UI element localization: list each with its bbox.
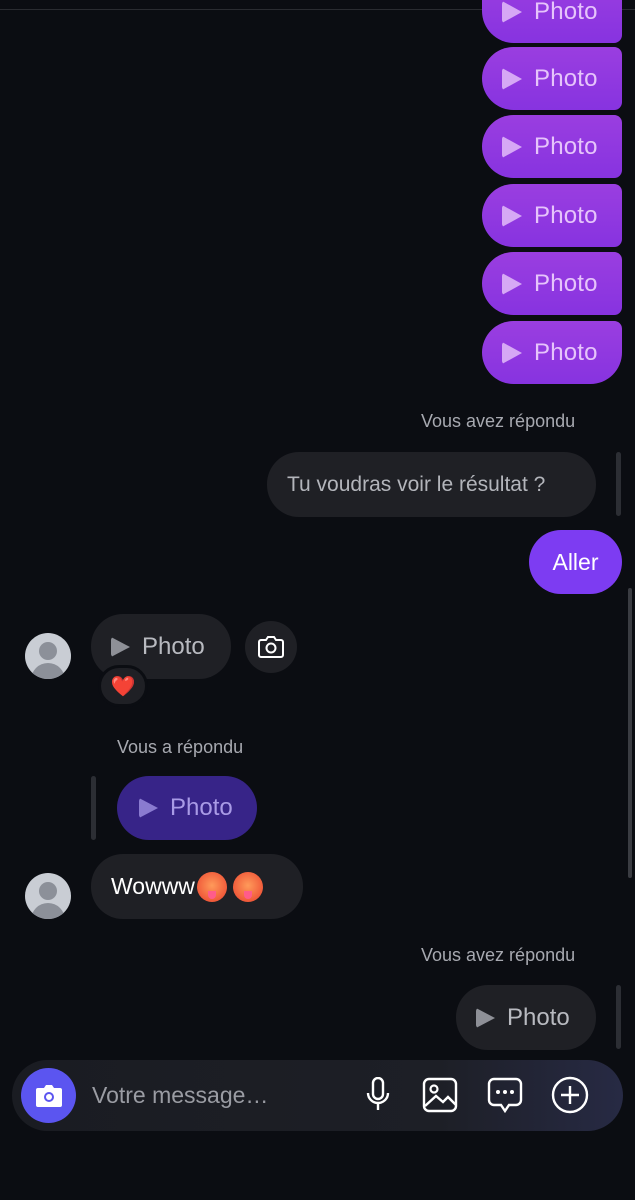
photo-label: Photo [534, 269, 598, 297]
photo-label: Photo [170, 794, 233, 821]
plus-circle-icon [551, 1076, 589, 1114]
gallery-button[interactable] [419, 1074, 461, 1116]
play-icon [111, 636, 130, 657]
camera-reply-button[interactable] [245, 621, 297, 673]
sent-photo-bubble[interactable]: Photo [482, 321, 622, 384]
photo-label: Photo [534, 132, 598, 160]
reply-bar [616, 452, 621, 516]
avatar[interactable] [25, 873, 71, 919]
photo-label: Photo [534, 201, 598, 229]
reply-meta: Vous a répondu [117, 737, 244, 757]
scrollbar-thumb[interactable] [628, 588, 632, 878]
sent-photo-bubble[interactable]: Photo [482, 47, 622, 110]
sent-text-bubble[interactable]: Aller [529, 530, 622, 594]
reply-meta: Vous avez répondu [421, 945, 576, 965]
play-icon [502, 135, 522, 158]
photo-label: Photo [534, 64, 598, 92]
camera-icon [258, 636, 284, 658]
play-icon [502, 0, 522, 23]
play-icon [502, 204, 522, 227]
camera-icon [35, 1084, 62, 1107]
heart-icon: ❤️ [110, 675, 136, 698]
message-input[interactable]: Votre message… [92, 1082, 268, 1109]
photo-label: Photo [507, 1003, 570, 1031]
play-icon [502, 272, 522, 295]
chat-bubble-icon [487, 1077, 523, 1113]
received-text-bubble[interactable]: Wowww [91, 854, 303, 919]
photo-label: Photo [534, 338, 598, 366]
reply-bar [616, 985, 621, 1049]
sent-text: Aller [552, 548, 599, 575]
quoted-message-text: Tu voudras voir le résultat ? [287, 472, 546, 496]
play-icon [139, 798, 158, 818]
add-button[interactable] [549, 1074, 591, 1116]
avatar[interactable] [25, 633, 71, 679]
reply-meta: Vous avez répondu [421, 411, 576, 431]
hot-face-emoji-icon [196, 871, 227, 902]
quoted-message-bubble[interactable]: Tu voudras voir le résultat ? [267, 452, 596, 517]
reaction-badge[interactable]: ❤️ [98, 665, 148, 707]
scrollbar[interactable] [627, 0, 635, 1200]
sent-photo-bubble[interactable]: Photo [482, 184, 622, 247]
play-icon [502, 67, 522, 90]
microphone-icon [366, 1077, 390, 1110]
quoted-photo-bubble[interactable]: Photo [456, 985, 596, 1050]
photo-label: Photo [142, 632, 205, 660]
received-text: Wowww [111, 873, 195, 899]
camera-button[interactable] [21, 1068, 76, 1123]
chat-button[interactable] [484, 1074, 526, 1116]
reply-bar [91, 776, 96, 840]
hot-face-emoji-icon [232, 871, 263, 902]
message-composer: Votre message… [12, 1060, 623, 1131]
image-icon [422, 1077, 458, 1113]
microphone-button[interactable] [357, 1074, 399, 1116]
play-icon [476, 1007, 495, 1028]
sent-photo-bubble[interactable]: Photo [482, 0, 622, 43]
quoted-photo-bubble[interactable]: Photo [117, 776, 257, 840]
sent-photo-bubble[interactable]: Photo [482, 252, 622, 315]
play-icon [502, 341, 522, 364]
photo-label: Photo [534, 0, 598, 25]
sent-photo-bubble[interactable]: Photo [482, 115, 622, 178]
